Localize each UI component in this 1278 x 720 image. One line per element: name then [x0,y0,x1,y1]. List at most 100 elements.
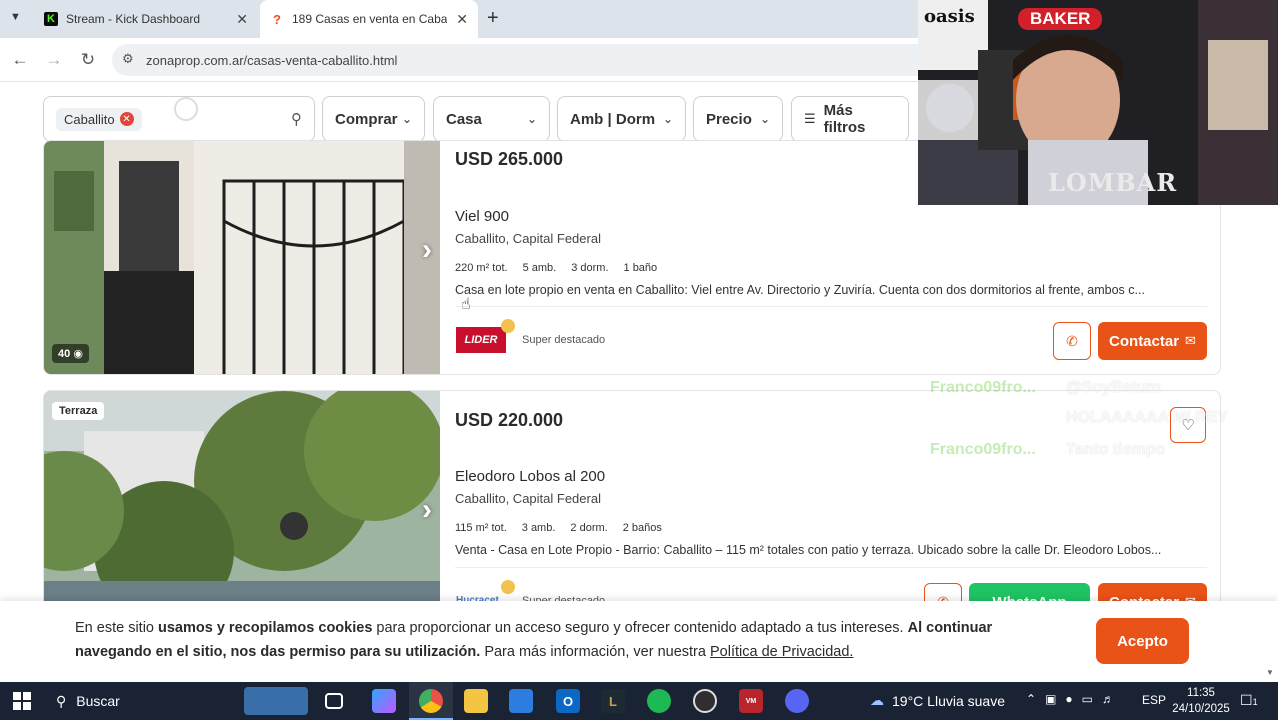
spotify-icon[interactable] [647,689,671,713]
feature-rooms: 5 amb. [522,262,557,274]
more-filters-button[interactable]: ☰ Más filtros [791,96,909,142]
next-photo-icon[interactable]: › [422,493,432,527]
close-tab-icon[interactable]: ✕ [456,11,468,28]
network-icon[interactable]: ▭ [1082,692,1093,706]
chat-username: @SoyBetum [1066,379,1161,396]
new-tab-button[interactable]: + [487,7,499,30]
reload-icon[interactable]: ↻ [78,50,98,70]
listing-photo[interactable]: Terraza › [44,391,440,629]
operation-dropdown[interactable]: Comprar ⌄ [322,96,425,142]
contact-button[interactable]: Contactar ✉ [1098,322,1207,360]
location-chip-label: Caballito [64,111,115,127]
phone-icon: ✆ [1066,332,1078,349]
taskbar-search-box[interactable]: ⚲ Buscar [46,685,312,717]
chat-username: Franco09fro... [930,441,1036,458]
call-button[interactable]: ✆ [1053,322,1091,360]
clock[interactable]: 11:35 24/10/2025 [1170,685,1232,717]
cookie-text: En este sitio usamos y recopilamos cooki… [75,616,995,664]
kick-icon: K [44,12,58,26]
publisher-logo[interactable]: LIDER [456,327,506,353]
tab-kick-dashboard[interactable]: K Stream - Kick Dashboard ✕ [34,0,258,38]
url-input[interactable]: ⚙ zonaprop.com.ar/casas-venta-caballito.… [112,44,932,76]
taskbar-search-label: Buscar [76,693,120,709]
chevron-down-icon: ⌄ [401,112,412,126]
scrollbar-down-arrow-icon[interactable]: ▼ [1266,668,1274,677]
listing-card[interactable]: Terraza › USD 220.000 ♡ Eleodoro Lobos a… [43,390,1221,630]
search-icon: ⚲ [56,692,67,709]
outlook-icon[interactable]: O [556,689,580,713]
rooms-label: Amb | Dorm [570,110,656,128]
chevron-up-icon[interactable]: ⌃ [1026,692,1036,706]
listing-address[interactable]: Eleodoro Lobos al 200 [455,468,605,485]
listing-tier: Super destacado [522,334,606,346]
listing-description[interactable]: Venta - Casa en Lote Propio - Barrio: Ca… [455,543,1161,557]
meet-icon[interactable]: ▣ [1045,692,1056,706]
obs-icon[interactable] [693,689,717,713]
contact-label: Contactar [1109,332,1180,350]
listing-features: 115 m² tot. 3 amb. 2 dorm. 2 baños [455,522,662,534]
price-dropdown[interactable]: Precio ⌄ [693,96,783,142]
search-icon[interactable]: ⚲ [291,110,302,128]
start-icon[interactable] [10,689,34,713]
privacy-policy-link[interactable]: Política de Privacidad. [710,644,853,660]
notifications-icon[interactable]: ☐1 [1240,692,1258,709]
chevron-down-icon: ⌄ [662,112,673,126]
overlay-banner-top: BAKER [1018,8,1103,30]
mail-icon: ✉ [1185,333,1196,348]
feature-bedrooms: 3 dorm. [571,262,609,274]
photo-count-badge: 40 ◉ [52,344,89,363]
listing-price: USD 265.000 [455,149,564,169]
mic-icon[interactable]: ● [1065,692,1072,706]
listing-description[interactable]: Casa en lote propio en venta en Caballit… [455,283,1145,297]
operation-label: Comprar [335,110,398,128]
more-filters-label: Más filtros [823,102,866,136]
property-type-dropdown[interactable]: Casa ⌄ [433,96,550,142]
tab-list-dropdown-icon[interactable]: ▼ [10,11,21,23]
notification-count: 1 [1252,697,1258,707]
feature-area: 115 m² tot. [455,522,507,534]
site-info-icon[interactable]: ⚙ [122,51,134,67]
discord-icon[interactable] [785,689,809,713]
listing-address[interactable]: Viel 900 [455,208,509,225]
cloud-rain-icon: ☁ [870,692,884,708]
task-view-icon[interactable] [325,693,343,709]
cookie-text-bold-1: usamos y recopilamos cookies [158,620,373,636]
feature-bathrooms: 2 baños [622,522,662,534]
language-indicator[interactable]: ESP [1142,693,1166,707]
tab-zonaprop[interactable]: ? 189 Casas en venta en Caballito ✕ [260,0,478,38]
search-highlight-icon [244,687,308,715]
location-search-input[interactable]: Caballito ✕ ⚲ [43,96,315,142]
tab-title: 189 Casas en venta en Caballito [292,12,447,26]
league-icon[interactable]: L [601,689,625,713]
remove-chip-icon[interactable]: ✕ [119,112,134,126]
feature-badge: Terraza [52,402,105,420]
forward-icon[interactable]: → [44,50,64,70]
crown-icon [501,580,515,594]
file-explorer-icon[interactable] [464,689,488,713]
feature-area: 220 m² tot. [455,262,508,274]
sliders-icon: ☰ [804,111,816,126]
voicemeeter-icon[interactable]: VM [739,689,763,713]
listing-photo[interactable]: › 40 ◉ [44,141,440,374]
tray-icons[interactable]: ⌃ ▣ ● ▭ ♬ [1026,692,1114,706]
photo-count: 40 [58,348,71,360]
feature-bathrooms: 1 baño [623,262,658,274]
copilot-icon[interactable] [372,689,396,713]
zonaprop-icon: ? [273,11,281,27]
weather-widget[interactable]: ☁ 19°C Lluvia suave [870,692,1005,709]
back-icon[interactable]: ← [10,50,30,70]
rooms-dropdown[interactable]: Amb | Dorm ⌄ [557,96,686,142]
chevron-down-icon: ⌄ [759,112,770,126]
chat-message: HOLAAAAAA MI REY [1066,409,1229,426]
chat-message: Tanto tiempo [1066,441,1166,458]
close-tab-icon[interactable]: ✕ [236,11,248,28]
divider [455,567,1207,568]
accept-cookies-button[interactable]: Acepto [1096,618,1189,664]
active-app-indicator [409,682,453,720]
sticker-label: oasis [924,6,975,27]
publisher-name: LIDER [464,334,498,346]
tab-title: Stream - Kick Dashboard [66,12,201,26]
next-photo-icon[interactable]: › [422,233,432,267]
volume-icon[interactable]: ♬ [1102,692,1114,706]
store-icon[interactable] [509,689,533,713]
